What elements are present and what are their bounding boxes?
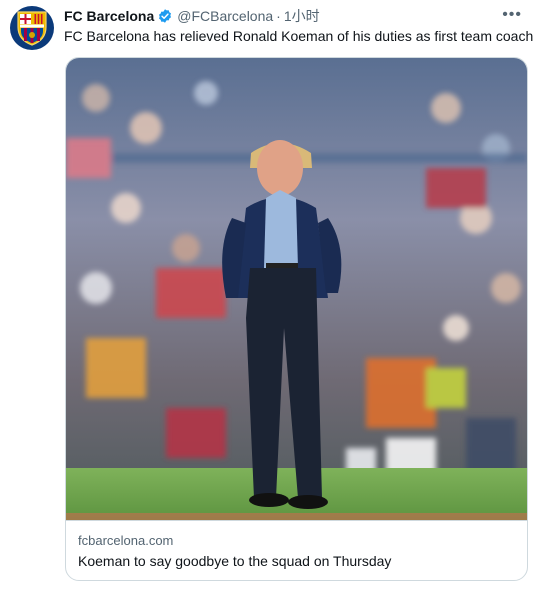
card-domain: fcbarcelona.com <box>78 533 174 548</box>
more-options-icon[interactable]: ••• <box>502 6 522 24</box>
verified-badge-icon <box>157 8 173 24</box>
card-title: Koeman to say goodbye to the squad on Th… <box>78 553 392 569</box>
tweet-timestamp[interactable]: 1小时 <box>284 6 320 26</box>
tweet-header: FC Barcelona @FCBarcelona · 1小时 ••• <box>64 6 526 26</box>
tweet-text: FC Barcelona has relieved Ronald Koeman … <box>64 28 534 44</box>
separator: · <box>276 8 281 24</box>
fc-barcelona-crest-icon <box>17 11 47 46</box>
card-photo <box>66 58 527 520</box>
card-meta: fcbarcelona.com Koeman to say goodbye to… <box>66 520 527 580</box>
link-card[interactable]: fcbarcelona.com Koeman to say goodbye to… <box>65 57 528 581</box>
author-handle[interactable]: @FCBarcelona <box>177 8 273 24</box>
author-name[interactable]: FC Barcelona <box>64 8 154 24</box>
avatar[interactable] <box>10 6 54 50</box>
